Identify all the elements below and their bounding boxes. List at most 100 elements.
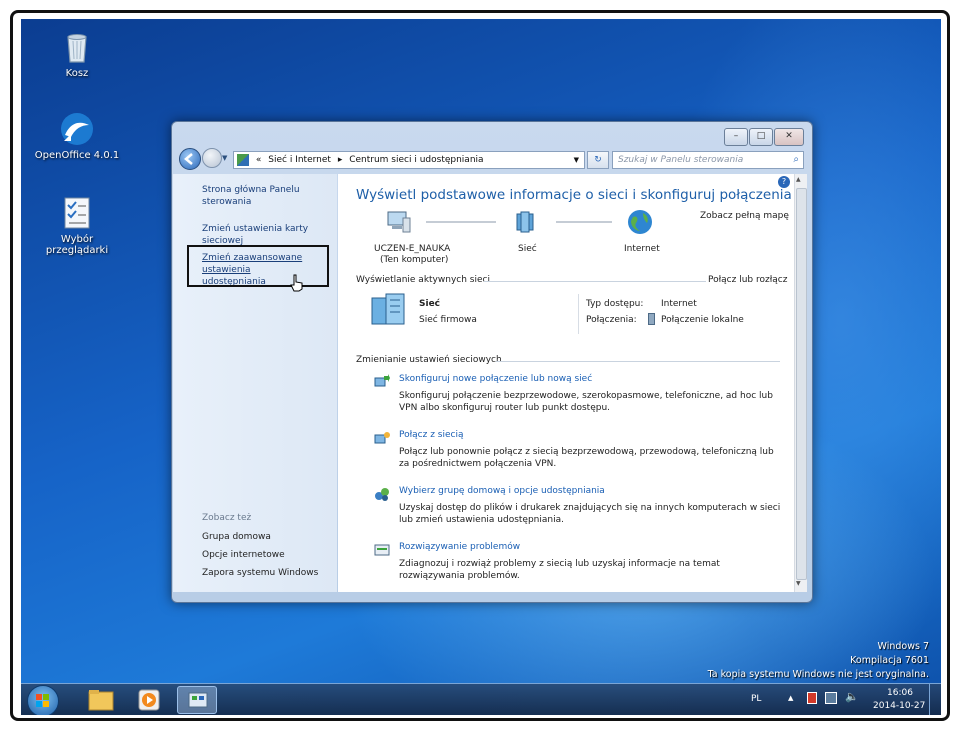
sidebar-link-internet-options[interactable]: Opcje internetowe bbox=[202, 549, 285, 561]
network-icon bbox=[513, 210, 537, 234]
desktop-icon-label: Wybór przeglądarki bbox=[45, 234, 109, 256]
folder-icon bbox=[88, 690, 114, 711]
taskbar-control-panel-button[interactable] bbox=[177, 686, 217, 714]
hand-cursor-icon bbox=[290, 274, 304, 292]
windows-logo-icon bbox=[36, 694, 49, 707]
breadcrumb-network-internet[interactable]: Sieć i Internet bbox=[268, 155, 331, 165]
recycle-bin-icon bbox=[59, 29, 95, 65]
address-overflow[interactable]: « bbox=[256, 155, 262, 165]
task-homegroup-link[interactable]: Wybierz grupę domową i opcje udostępnian… bbox=[399, 486, 605, 496]
page-title: Wyświetl podstawowe informacje o sieci i… bbox=[356, 187, 792, 203]
change-settings-title: Zmienianie ustawień sieciowych bbox=[356, 355, 502, 365]
access-type-value: Internet bbox=[661, 299, 697, 309]
network-center-window: – □ ✕ ▼ « Sieć i Internet ▸ Centrum siec… bbox=[171, 121, 813, 603]
language-indicator[interactable]: PL bbox=[751, 694, 761, 704]
desktop: Kosz OpenOffice 4.0.1 Wybór przeglądarki… bbox=[21, 19, 941, 715]
homegroup-icon bbox=[374, 486, 390, 502]
task-new-connection-link[interactable]: Skonfiguruj nowe połączenie lub nową sie… bbox=[399, 374, 592, 384]
sidebar-link-homegroup[interactable]: Grupa domowa bbox=[202, 531, 271, 543]
sidebar-link-firewall[interactable]: Zapora systemu Windows bbox=[202, 567, 318, 579]
divider bbox=[578, 294, 579, 334]
task-new-connection-desc: Skonfiguruj połączenie bezprzewodowe, sz… bbox=[399, 391, 773, 413]
taskbar: PL ▲ 🔈 16:06 2014-10-27 bbox=[21, 683, 941, 715]
sidebar-link-control-panel-home[interactable]: Strona główna Panelu sterowania bbox=[202, 184, 312, 208]
active-networks-title: Wyświetlanie aktywnych sieci bbox=[356, 275, 490, 285]
active-network-icon bbox=[370, 292, 406, 326]
network-tray-icon[interactable] bbox=[825, 692, 837, 704]
desktop-icon-browser-choice[interactable]: Wybór przeglądarki bbox=[29, 195, 125, 256]
highlight-box bbox=[187, 245, 329, 287]
connect-disconnect-link[interactable]: Połącz lub rozłącz bbox=[708, 275, 787, 285]
breadcrumb-network-center[interactable]: Centrum sieci i udostępniania bbox=[349, 155, 483, 165]
network-node-label: Sieć bbox=[518, 244, 537, 254]
show-hidden-icons-icon[interactable]: ▲ bbox=[788, 694, 793, 702]
map-line bbox=[556, 221, 612, 223]
sidebar: Strona główna Panelu sterowania Zmień us… bbox=[173, 174, 337, 592]
computer-name-label: UCZEN-E_NAUKA bbox=[374, 244, 451, 254]
active-network-type-link[interactable]: Sieć firmowa bbox=[419, 315, 477, 325]
connect-network-icon bbox=[374, 430, 390, 446]
ethernet-icon bbox=[648, 313, 655, 325]
windows-watermark-line: Windows 7 bbox=[877, 641, 929, 652]
internet-node-label: Internet bbox=[624, 244, 660, 254]
show-desktop-button[interactable] bbox=[929, 684, 941, 715]
search-input[interactable]: Szukaj w Panelu sterowania ⌕ bbox=[612, 151, 804, 169]
close-button[interactable]: ✕ bbox=[774, 128, 804, 146]
media-player-icon bbox=[138, 689, 160, 711]
change-settings-heading: Zmienianie ustawień sieciowych bbox=[356, 355, 784, 365]
back-arrow-icon bbox=[184, 153, 193, 165]
task-homegroup-desc: Uzyskaj dostęp do plików i drukarek znaj… bbox=[399, 503, 781, 525]
see-also-heading: Zobacz też bbox=[202, 513, 252, 523]
search-placeholder: Szukaj w Panelu sterowania bbox=[618, 155, 744, 165]
control-panel-icon bbox=[237, 154, 249, 166]
connections-label: Połączenia: bbox=[586, 315, 637, 325]
control-panel-icon bbox=[188, 692, 208, 708]
start-button[interactable] bbox=[27, 685, 59, 715]
scroll-thumb[interactable] bbox=[796, 188, 807, 580]
openoffice-icon bbox=[59, 111, 95, 147]
search-icon[interactable]: ⌕ bbox=[793, 152, 799, 168]
computer-subtitle: (Ten komputer) bbox=[380, 255, 449, 265]
task-troubleshoot-desc: Zdiagnozuj i rozwiąż problemy z siecią l… bbox=[399, 559, 720, 581]
map-line bbox=[426, 221, 496, 223]
desktop-icon-label: Kosz bbox=[65, 68, 89, 79]
windows-watermark-line: Ta kopia systemu Windows nie jest orygin… bbox=[707, 669, 929, 680]
address-dropdown-icon[interactable]: ▼ bbox=[574, 152, 579, 168]
main-content: ? Wyświetl podstawowe informacje o sieci… bbox=[338, 174, 794, 592]
task-troubleshoot-link[interactable]: Rozwiązywanie problemów bbox=[399, 542, 520, 552]
windows-watermark-line: Kompilacja 7601 bbox=[850, 655, 929, 666]
screenshot-frame: Kosz OpenOffice 4.0.1 Wybór przeglądarki… bbox=[10, 10, 950, 721]
clock-date[interactable]: 2014-10-27 bbox=[873, 701, 925, 711]
back-button[interactable] bbox=[179, 148, 201, 170]
internet-globe-icon bbox=[627, 209, 653, 235]
maximize-button[interactable]: □ bbox=[749, 128, 773, 146]
task-connect-network-link[interactable]: Połącz z siecią bbox=[399, 430, 464, 440]
scroll-down-icon[interactable]: ▼ bbox=[796, 580, 801, 587]
action-center-flag-icon[interactable] bbox=[807, 692, 817, 704]
troubleshoot-icon bbox=[374, 542, 390, 558]
taskbar-explorer-button[interactable] bbox=[81, 686, 121, 714]
full-map-link[interactable]: Zobacz pełną mapę bbox=[700, 211, 789, 221]
browser-choice-icon bbox=[59, 195, 95, 231]
computer-icon bbox=[386, 210, 412, 234]
history-dropdown-icon[interactable]: ▼ bbox=[222, 154, 227, 162]
taskbar-media-player-button[interactable] bbox=[129, 686, 169, 714]
vertical-scrollbar[interactable]: ▲ ▼ bbox=[794, 174, 807, 592]
scroll-up-icon[interactable]: ▲ bbox=[796, 176, 801, 183]
clock-time[interactable]: 16:06 bbox=[887, 688, 913, 698]
volume-icon[interactable]: 🔈 bbox=[845, 690, 859, 703]
desktop-icon-label: OpenOffice 4.0.1 bbox=[34, 150, 120, 161]
minimize-button[interactable]: – bbox=[724, 128, 748, 146]
new-connection-icon bbox=[374, 374, 390, 390]
address-bar[interactable]: « Sieć i Internet ▸ Centrum sieci i udos… bbox=[233, 151, 585, 169]
access-type-label: Typ dostępu: bbox=[586, 299, 644, 309]
desktop-icon-recycle-bin[interactable]: Kosz bbox=[29, 29, 125, 79]
task-connect-network-desc: Połącz lub ponownie połącz z siecią bezp… bbox=[399, 447, 774, 469]
local-connection-link[interactable]: Połączenie lokalne bbox=[661, 315, 744, 325]
sidebar-link-adapter-settings[interactable]: Zmień ustawienia karty sieciowej bbox=[202, 223, 312, 247]
refresh-button[interactable]: ↻ bbox=[587, 151, 609, 169]
breadcrumb-separator-icon[interactable]: ▸ bbox=[338, 155, 343, 165]
forward-button[interactable] bbox=[202, 148, 222, 168]
desktop-icon-openoffice[interactable]: OpenOffice 4.0.1 bbox=[29, 111, 125, 161]
active-network-name: Sieć bbox=[419, 299, 441, 309]
